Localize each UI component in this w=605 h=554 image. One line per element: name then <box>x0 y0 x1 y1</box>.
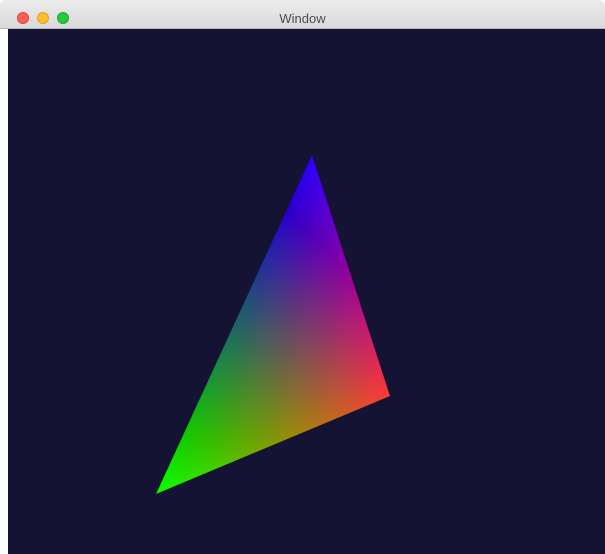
render-canvas[interactable] <box>8 29 605 554</box>
title-bar[interactable]: Window <box>0 0 605 29</box>
app-window: Window <box>0 0 605 554</box>
window-title: Window <box>279 11 326 26</box>
canvas-svg <box>8 29 605 554</box>
window-left-edge <box>0 29 8 554</box>
